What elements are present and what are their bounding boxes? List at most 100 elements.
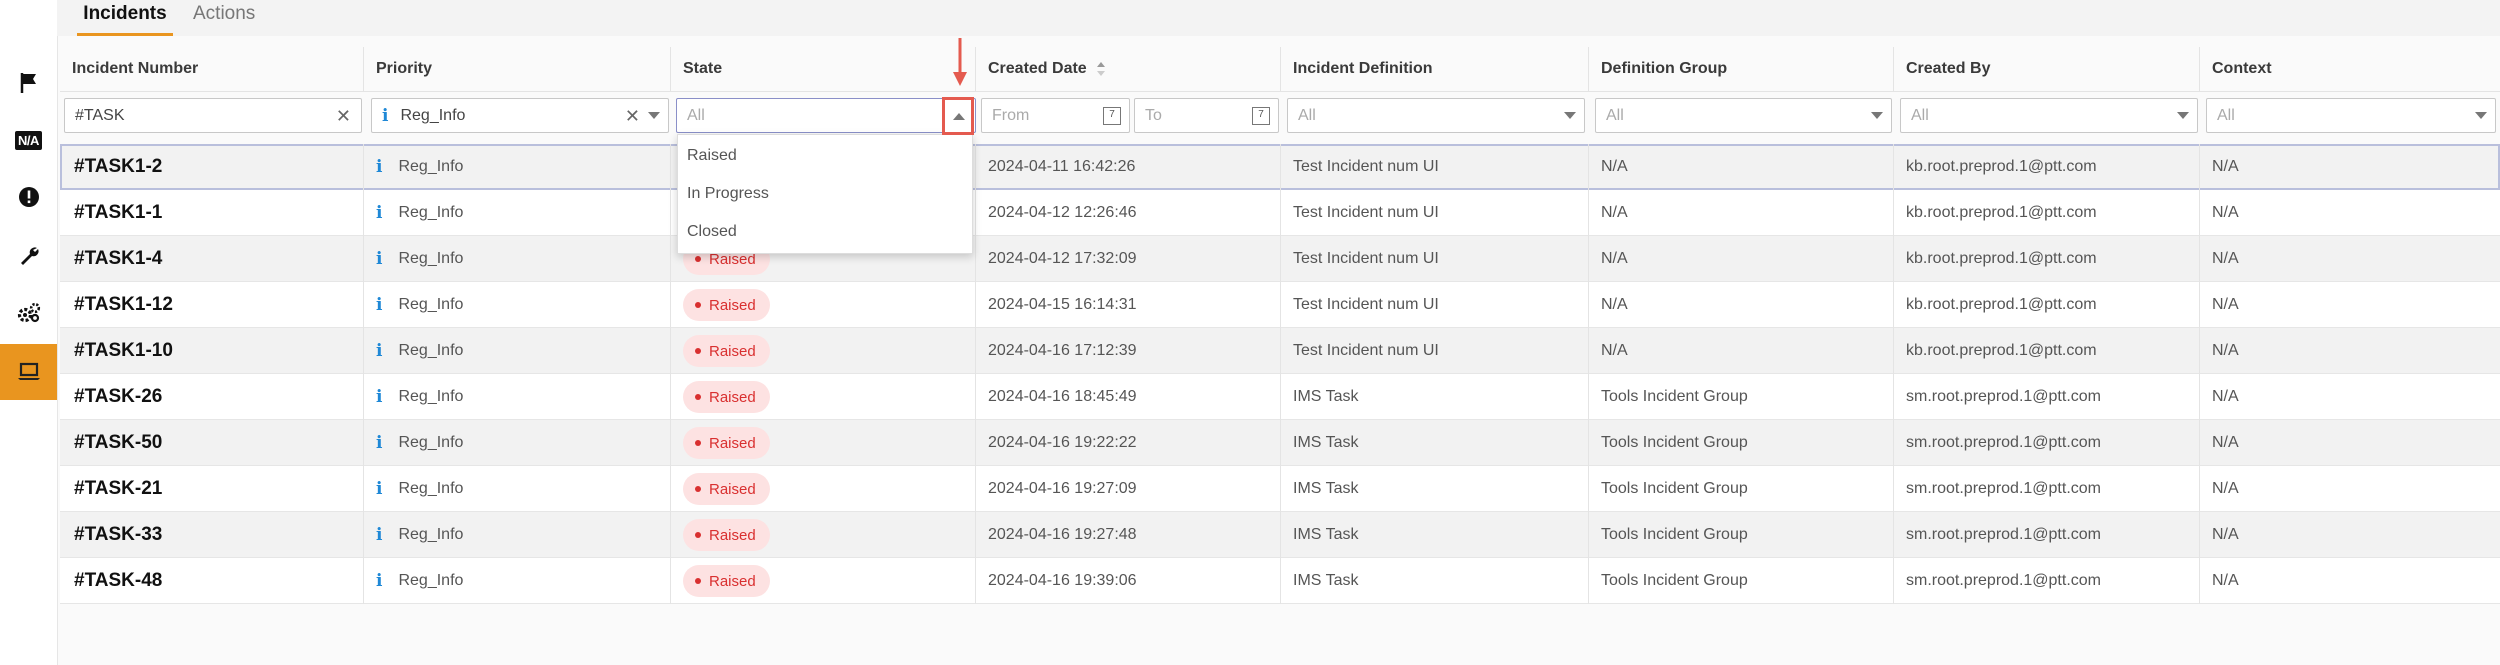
- tab-actions[interactable]: Actions: [193, 0, 255, 36]
- priority-cell: i Reg_Info: [364, 558, 671, 604]
- alert-icon[interactable]: [0, 170, 57, 224]
- created-date-cell: 2024-04-15 16:14:31: [976, 282, 1281, 328]
- priority-filter[interactable]: i Reg_Info ✕: [371, 98, 669, 133]
- incident-number-cell[interactable]: #TASK-33: [60, 512, 364, 558]
- sort-icon: [1096, 62, 1105, 76]
- context-cell: N/A: [2212, 250, 2239, 267]
- wrench-icon[interactable]: [0, 229, 57, 283]
- chevron-down-icon[interactable]: [648, 112, 660, 119]
- status-dot: [695, 532, 701, 538]
- state-option-raised[interactable]: Raised: [678, 137, 972, 175]
- table-row[interactable]: #TASK1-12 i Reg_Info Raised 2024-04-15 16…: [60, 282, 2500, 328]
- incident-number-cell[interactable]: #TASK1-10: [60, 328, 364, 374]
- incident-number-cell[interactable]: #TASK1-12: [60, 282, 364, 328]
- info-icon: i: [376, 571, 383, 591]
- priority-cell: i Reg_Info: [364, 190, 671, 236]
- flag-icon[interactable]: [0, 56, 57, 110]
- priority-label: Reg_Info: [398, 526, 464, 543]
- column-header-incident-number[interactable]: Incident Number: [60, 47, 364, 91]
- column-header-context[interactable]: Context: [2200, 47, 2500, 91]
- status-dot: [695, 348, 701, 354]
- created-by-cell: kb.root.preprod.1@ptt.com: [1894, 190, 2200, 236]
- gears-icon[interactable]: [0, 286, 57, 340]
- info-icon: i: [376, 249, 383, 269]
- priority-label: Reg_Info: [398, 388, 464, 405]
- incident-number-cell[interactable]: #TASK1-1: [60, 190, 364, 236]
- table-row[interactable]: #TASK1-4 i Reg_Info Raised 2024-04-12 17:…: [60, 236, 2500, 282]
- column-header-incident-definition[interactable]: Incident Definition: [1281, 47, 1589, 91]
- created-by-cell: kb.root.preprod.1@ptt.com: [1894, 328, 2200, 374]
- priority-cell: i Reg_Info: [364, 282, 671, 328]
- created-by-cell: kb.root.preprod.1@ptt.com: [1894, 282, 2200, 328]
- from-date-input[interactable]: From 7: [981, 98, 1130, 133]
- incident-definition-cell: Test Incident num UI: [1281, 190, 1589, 236]
- incident-definition-cell: IMS Task: [1281, 558, 1589, 604]
- table-row[interactable]: #TASK-33 i Reg_Info Raised 2024-04-16 19:…: [60, 512, 2500, 558]
- table-row[interactable]: #TASK-26 i Reg_Info Raised 2024-04-16 18:…: [60, 374, 2500, 420]
- monitor-icon[interactable]: [0, 344, 57, 400]
- table-row[interactable]: #TASK-50 i Reg_Info Raised 2024-04-16 19:…: [60, 420, 2500, 466]
- info-icon: i: [376, 479, 383, 499]
- calendar-icon[interactable]: 7: [1103, 107, 1121, 125]
- table-row[interactable]: #TASK-21 i Reg_Info Raised 2024-04-16 19:…: [60, 466, 2500, 512]
- definition-group-cell: N/A: [1589, 236, 1894, 282]
- incident-definition-filter[interactable]: All: [1287, 98, 1585, 133]
- incident-definition-cell: Test Incident num UI: [1281, 328, 1589, 374]
- incident-number-filter-value: #TASK: [75, 106, 125, 124]
- column-header-definition-group[interactable]: Definition Group: [1589, 47, 1894, 91]
- created-by-filter[interactable]: All: [1900, 98, 2198, 133]
- table-row[interactable]: #TASK1-10 i Reg_Info Raised 2024-04-16 17…: [60, 328, 2500, 374]
- status-badge: Raised: [683, 381, 770, 413]
- definition-group-cell: N/A: [1589, 144, 1894, 190]
- info-icon: i: [376, 387, 383, 407]
- tab-incidents[interactable]: Incidents: [77, 0, 173, 36]
- status-badge: Raised: [683, 289, 770, 321]
- table-row[interactable]: #TASK1-2 iReg_Info Raised 2024-04-11 16:…: [60, 144, 2500, 190]
- info-icon: i: [376, 433, 383, 453]
- column-header-state[interactable]: State: [671, 47, 976, 91]
- state-option-closed[interactable]: Closed: [678, 213, 972, 251]
- definition-group-cell: Tools Incident Group: [1589, 558, 1894, 604]
- state-cell: Raised: [671, 466, 976, 512]
- status-label: Raised: [709, 388, 756, 406]
- status-label: Raised: [709, 296, 756, 314]
- column-header-created-by[interactable]: Created By: [1894, 47, 2200, 91]
- info-icon: i: [376, 157, 383, 177]
- status-badge: Raised: [683, 565, 770, 597]
- context-filter[interactable]: All: [2206, 98, 2496, 133]
- priority-label: Reg_Info: [398, 342, 464, 359]
- clear-icon[interactable]: ✕: [625, 106, 640, 127]
- chevron-down-icon: [2475, 112, 2487, 119]
- column-header-created-date[interactable]: Created Date: [976, 47, 1281, 91]
- table-row[interactable]: #TASK-48 i Reg_Info Raised 2024-04-16 19:…: [60, 558, 2500, 604]
- priority-cell: i Reg_Info: [364, 144, 671, 190]
- definition-group-cell: Tools Incident Group: [1589, 374, 1894, 420]
- state-cell: Raised: [671, 374, 976, 420]
- incident-number-cell[interactable]: #TASK1-4: [60, 236, 364, 282]
- calendar-icon[interactable]: 7: [1252, 107, 1270, 125]
- incident-number-cell[interactable]: #TASK1-2: [60, 144, 364, 190]
- incident-number-cell[interactable]: #TASK-48: [60, 558, 364, 604]
- definition-group-cell: N/A: [1589, 328, 1894, 374]
- definition-group-filter[interactable]: All: [1595, 98, 1892, 133]
- info-icon: i: [376, 341, 383, 361]
- state-option-in-progress[interactable]: In Progress: [678, 175, 972, 213]
- to-date-input[interactable]: To 7: [1134, 98, 1279, 133]
- table-row[interactable]: #TASK1-1 iReg_Info Raised 2024-04-12 12:…: [60, 190, 2500, 236]
- incident-number-cell[interactable]: #TASK-50: [60, 420, 364, 466]
- na-icon[interactable]: N/A: [0, 113, 57, 167]
- clear-icon[interactable]: ✕: [336, 106, 351, 127]
- created-by-cell: sm.root.preprod.1@ptt.com: [1894, 558, 2200, 604]
- status-dot: [695, 256, 701, 262]
- incident-number-cell[interactable]: #TASK-26: [60, 374, 364, 420]
- incident-number-filter[interactable]: #TASK ✕: [64, 98, 362, 133]
- priority-label: Reg_Info: [398, 480, 464, 497]
- state-dropdown-toggle[interactable]: [942, 97, 974, 135]
- incident-definition-cell: IMS Task: [1281, 374, 1589, 420]
- definition-group-cell: Tools Incident Group: [1589, 466, 1894, 512]
- info-icon: i: [376, 525, 383, 545]
- state-filter[interactable]: All: [676, 98, 976, 133]
- status-badge: Raised: [683, 427, 770, 459]
- incident-number-cell[interactable]: #TASK-21: [60, 466, 364, 512]
- column-header-priority[interactable]: Priority: [364, 47, 671, 91]
